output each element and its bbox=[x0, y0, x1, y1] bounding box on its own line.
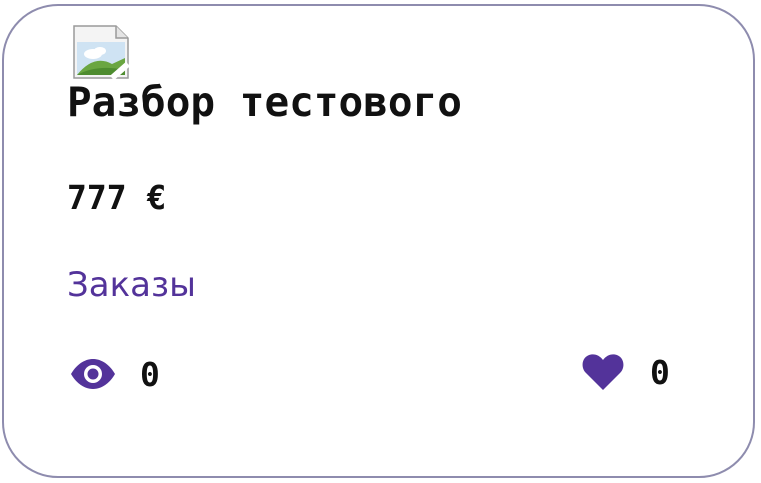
category-link[interactable]: Заказы bbox=[67, 265, 196, 305]
card-price: 777 € bbox=[67, 178, 167, 217]
broken-image-icon bbox=[72, 24, 130, 81]
views-counter: 0 bbox=[70, 354, 160, 394]
heart-icon[interactable] bbox=[582, 353, 624, 391]
product-card[interactable]: Разбор тестового 777 € Заказы 0 0 bbox=[2, 4, 755, 478]
views-count: 0 bbox=[140, 354, 160, 394]
eye-icon bbox=[70, 359, 116, 389]
likes-count: 0 bbox=[650, 352, 670, 392]
likes-counter[interactable]: 0 bbox=[582, 352, 670, 392]
card-title: Разбор тестового bbox=[67, 78, 462, 126]
